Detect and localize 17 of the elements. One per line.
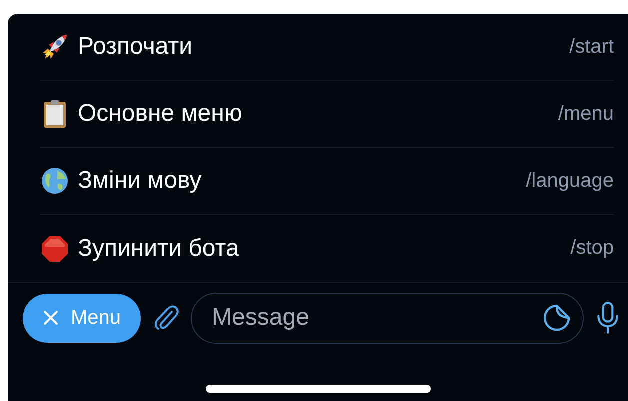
command-item[interactable]: Основне меню /menu bbox=[40, 81, 614, 148]
command-label: Зупинити бота bbox=[78, 234, 240, 262]
close-icon bbox=[43, 310, 59, 326]
command-label: Зміни мову bbox=[78, 167, 203, 195]
command-name: /start bbox=[570, 36, 614, 58]
command-name: /menu bbox=[558, 102, 614, 126]
command-item[interactable]: Розпочати /start bbox=[40, 14, 614, 81]
sticker-icon[interactable] bbox=[542, 302, 572, 332]
command-label: Основне меню bbox=[78, 100, 244, 128]
command-name: /language bbox=[526, 170, 614, 192]
message-field[interactable]: Message bbox=[191, 292, 584, 344]
command-item[interactable]: Зупинити бота /stop bbox=[40, 215, 614, 282]
command-item[interactable]: Зміни мову /language bbox=[40, 148, 614, 215]
command-label: Розпочати bbox=[78, 33, 194, 61]
command-name: /stop bbox=[570, 237, 614, 260]
stop-sign-icon bbox=[40, 234, 70, 264]
globe-icon bbox=[40, 166, 70, 196]
